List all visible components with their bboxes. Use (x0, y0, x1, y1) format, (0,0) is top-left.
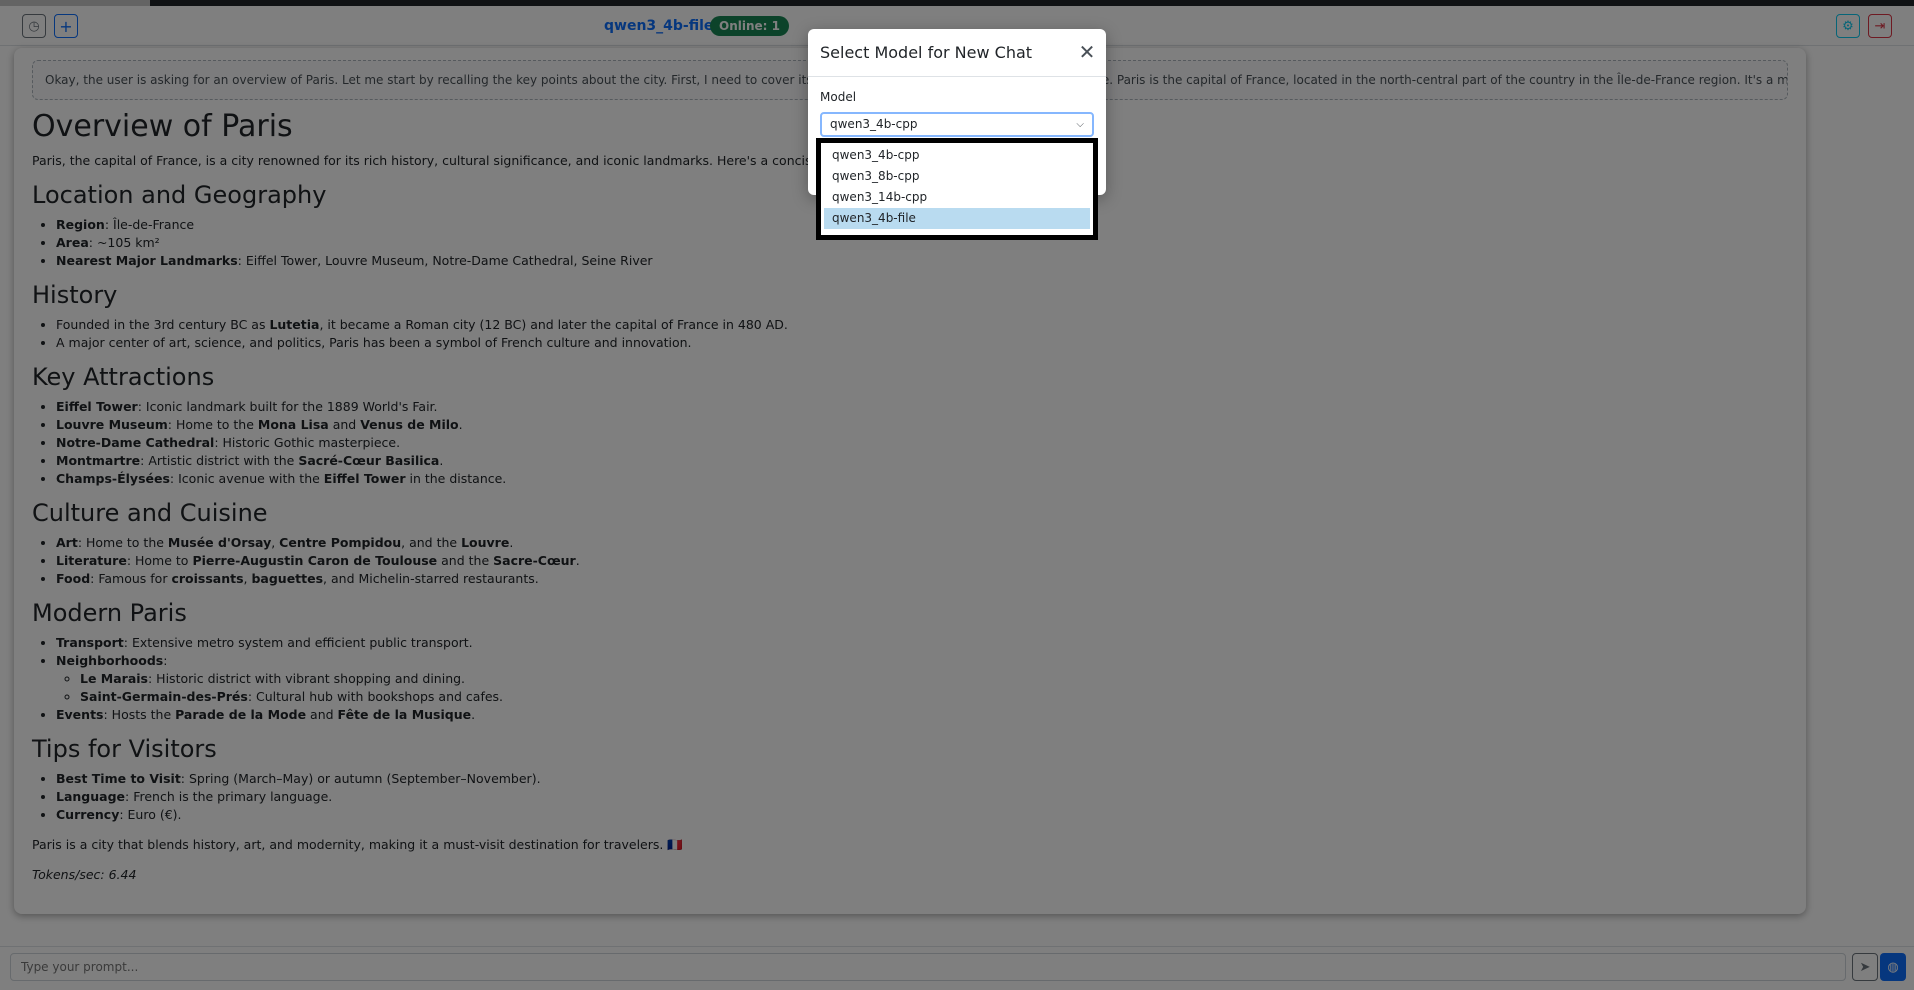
model-select-value: qwen3_4b-cpp (830, 117, 918, 131)
close-button[interactable]: ✕ (1076, 41, 1098, 63)
close-icon: ✕ (1078, 40, 1096, 64)
chevron-down-icon: ⌵ (1076, 119, 1084, 130)
modal-title: Select Model for New Chat (820, 43, 1033, 62)
modal-header: Select Model for New Chat ✕ (808, 29, 1106, 77)
model-dropdown-list: qwen3_4b-cpp qwen3_8b-cpp qwen3_14b-cpp … (816, 138, 1098, 240)
model-option[interactable]: qwen3_14b-cpp (824, 187, 1090, 208)
model-dropdown-options: qwen3_4b-cpp qwen3_8b-cpp qwen3_14b-cpp … (821, 143, 1093, 235)
model-option[interactable]: qwen3_4b-cpp (824, 145, 1090, 166)
model-select[interactable]: qwen3_4b-cpp ⌵ (820, 112, 1094, 137)
model-option[interactable]: qwen3_8b-cpp (824, 166, 1090, 187)
model-option-highlighted[interactable]: qwen3_4b-file (824, 208, 1090, 229)
model-field-label: Model (820, 90, 857, 104)
